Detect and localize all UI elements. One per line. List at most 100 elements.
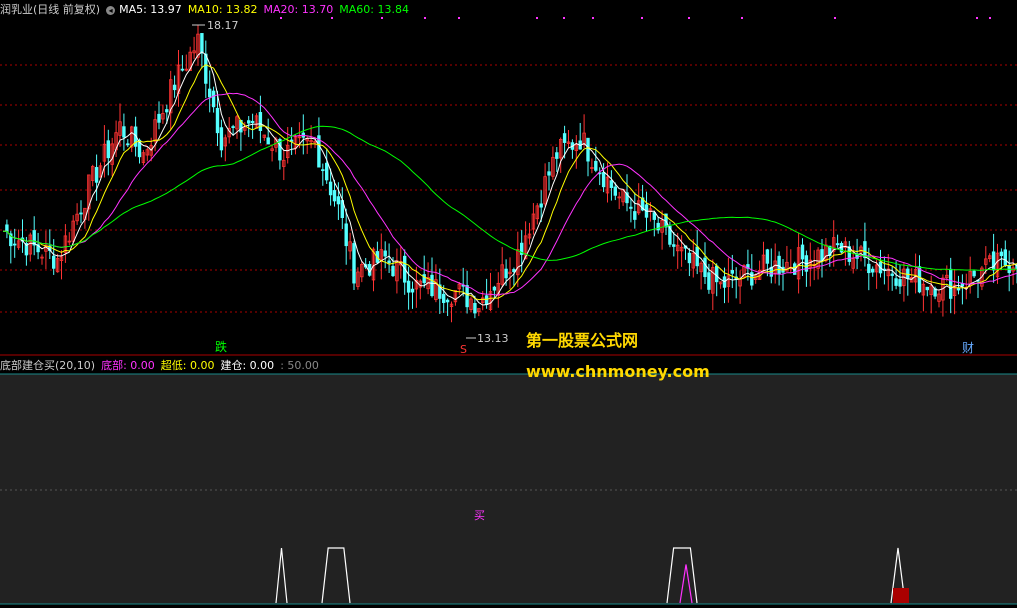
candle-body [777, 255, 781, 275]
candle-body [352, 243, 356, 284]
marker-dot [641, 17, 643, 19]
marker-dot [592, 17, 594, 19]
low-price-label: 13.13 [477, 332, 509, 345]
candle-body [52, 255, 56, 269]
price-chart: 18.17 13.13 跌 S 财买 [0, 17, 1017, 605]
fin-marker: 财 [962, 341, 974, 355]
candle-body [165, 109, 169, 113]
watermark-name: 第一股票公式网 [526, 331, 639, 350]
candle-body [601, 172, 606, 188]
candle-body [715, 265, 719, 283]
marker-dot [563, 17, 565, 19]
candle-body [949, 268, 953, 299]
candle-body [555, 152, 559, 159]
candle-body [871, 268, 875, 273]
candle-body [820, 249, 824, 261]
candle-body [925, 286, 929, 291]
indicator-header: 底部建仓买(20,10) 底部: 0.00 超低: 0.00 建仓: 0.00 : 50… [0, 357, 325, 373]
chart-window: { "header": { "title": "润乳业(日线 前复权)", "i… [0, 0, 1017, 608]
candle-body [504, 268, 508, 279]
candle-body [332, 190, 337, 202]
candle-body [730, 270, 734, 274]
candle-body [383, 250, 387, 257]
candle-body [246, 120, 251, 124]
candle-body [441, 293, 446, 303]
candle-body [219, 127, 224, 151]
candle-body [344, 223, 348, 247]
candle-body [473, 303, 477, 314]
candle-body [835, 243, 840, 246]
ma5-label: MA5: 13.97 [119, 3, 182, 16]
candle-body [465, 285, 469, 308]
candle-body [629, 206, 633, 209]
candle-body [406, 280, 411, 293]
marker-dot [280, 17, 282, 19]
candle-body [106, 140, 110, 159]
candle-body [492, 286, 497, 291]
candle-body [445, 299, 450, 303]
candle-body [391, 265, 395, 277]
candle-body [594, 160, 598, 171]
marker-dot [834, 17, 836, 19]
candle-body [484, 295, 489, 305]
candle-body [157, 113, 161, 123]
bottom-value: 底部: 0.00 [101, 359, 155, 372]
candle-body [687, 252, 692, 264]
candle-body [999, 251, 1004, 257]
marker-dot [458, 17, 460, 19]
watermark-url[interactable]: www.chnmoney.com [526, 362, 710, 381]
oversold-value: 超低: 0.00 [160, 359, 215, 372]
candle-body [894, 278, 898, 286]
candle-body [172, 84, 177, 91]
candle-body [328, 181, 333, 196]
candle-body [890, 273, 894, 276]
candle-body [898, 279, 902, 287]
candle-body [387, 260, 391, 264]
candle-body [633, 211, 637, 220]
marker-dot [381, 17, 383, 19]
marker-dot [976, 17, 978, 19]
candle-body [94, 167, 99, 183]
candle-body [207, 88, 212, 98]
candle-body [547, 171, 551, 176]
candle-body [336, 196, 341, 205]
candle-body [707, 272, 711, 290]
candle-body [917, 266, 922, 293]
marker-dot [331, 17, 333, 19]
candle-body [180, 68, 185, 71]
candle-body [652, 212, 656, 220]
indicator-red-block [893, 588, 909, 603]
high-price-label: 18.17 [207, 19, 239, 32]
candle-body [956, 288, 961, 291]
ma20-label: MA20: 13.70 [263, 3, 334, 16]
marker-dot [741, 17, 743, 19]
candle-body [122, 126, 126, 138]
candle-body [410, 288, 415, 293]
indicator-title: 底部建仓买(20,10) [0, 359, 96, 372]
build-value: 建仓: 0.00 [220, 359, 275, 372]
candle-body [79, 212, 83, 215]
candle-body [867, 263, 871, 274]
candle-body [5, 224, 9, 232]
indicator-panel [0, 374, 1017, 604]
marker-dot [536, 17, 538, 19]
s-marker: S [460, 343, 467, 356]
candle-body [126, 143, 130, 146]
candle-body [215, 107, 220, 134]
candle-body [539, 203, 543, 208]
candle-body [258, 112, 263, 132]
collapse-icon[interactable]: ◂ [106, 5, 116, 15]
marker-dot [989, 17, 991, 19]
chart-header: 润乳业(日线 前复权) ◂ MA5: 13.97 MA10: 13.82 MA20: 1… [0, 1, 415, 17]
candle-body [586, 137, 590, 162]
level-value: : 50.00 [280, 359, 319, 372]
candle-body [231, 126, 235, 129]
candle-body [800, 244, 805, 260]
candle-body [1003, 249, 1007, 266]
candle-body [512, 269, 516, 273]
candle-body [613, 186, 617, 196]
ma10-label: MA10: 13.82 [187, 3, 258, 16]
candle-body [321, 169, 325, 172]
candle-body [200, 33, 204, 54]
candle-body [765, 249, 770, 264]
